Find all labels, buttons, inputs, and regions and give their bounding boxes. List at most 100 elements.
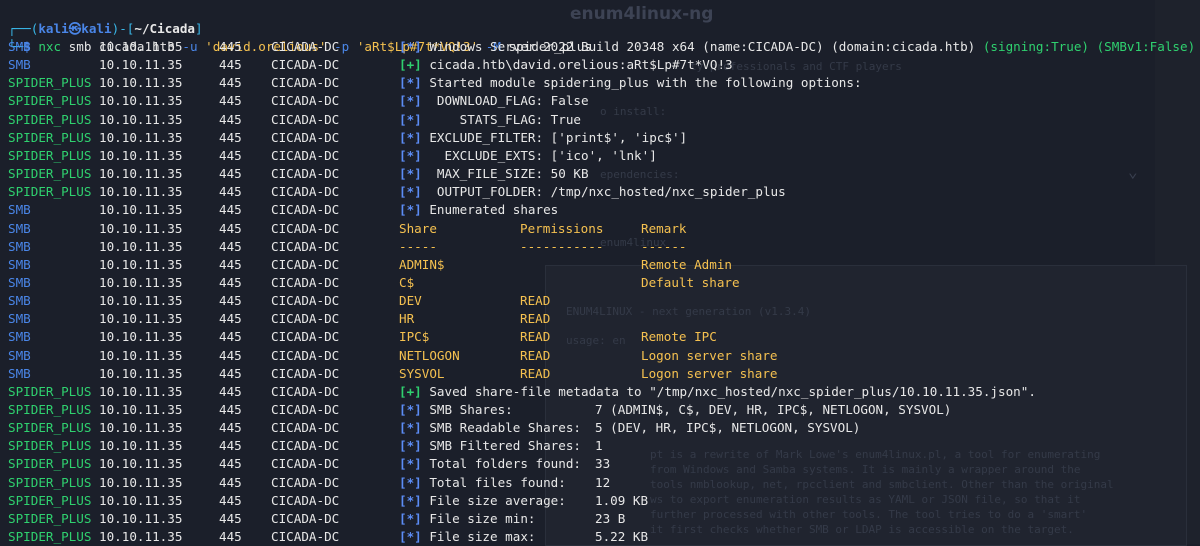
ip-address: 10.10.11.35 — [99, 311, 183, 327]
message: [*] EXCLUDE_EXTS: ['ico', 'lnk'] — [399, 147, 657, 165]
ip-address: 10.10.11.35 — [99, 274, 183, 290]
port-number: 445 — [219, 293, 242, 309]
command-line[interactable]: └─$ nxc smb cicada.htb -u 'david.oreliou… — [0, 20, 592, 54]
prompt-bracket: )-[ — [111, 21, 135, 36]
message: [*] SMB Shares: — [399, 401, 513, 419]
module-name: SPIDER_PLUS — [8, 129, 92, 145]
port-number: 445 — [219, 420, 242, 436]
port-number: 445 — [219, 438, 242, 454]
ip-address: 10.10.11.35 — [99, 111, 183, 127]
command-binary: nxc — [38, 39, 62, 54]
message-text: DOWNLOAD_FLAG: False — [429, 93, 589, 109]
module-name: SMB — [8, 347, 31, 363]
module-name: SMB — [8, 202, 31, 218]
message: [*] Total folders found: — [399, 455, 581, 473]
share-remark: Remote IPC — [641, 329, 717, 345]
port-number: 445 — [219, 383, 242, 399]
port-number: 445 — [219, 57, 242, 73]
ip-address: 10.10.11.35 — [99, 202, 183, 218]
hostname: CICADA-DC — [271, 256, 340, 272]
prompt-user: kali㉿kali — [38, 21, 112, 36]
port-number: 445 — [219, 238, 242, 254]
port-number: 445 — [219, 456, 242, 472]
port-number: 445 — [219, 311, 242, 327]
stat-value: 12 — [595, 474, 611, 490]
module-name: SMB — [8, 311, 31, 327]
message-text: File size average: — [429, 492, 566, 508]
message-text: Windows Server 2022 Build 20348 x64 (nam… — [429, 39, 983, 54]
module-name: SPIDER_PLUS — [8, 402, 92, 417]
signing-status: (signing:True) — [982, 39, 1089, 54]
ip-address: 10.10.11.35 — [99, 238, 183, 254]
port-number: 445 — [219, 39, 242, 54]
module-name: SMB — [8, 57, 31, 73]
module-name: SPIDER_PLUS — [8, 474, 92, 490]
status-tag: [*] — [399, 166, 422, 182]
ip-address: 10.10.11.35 — [99, 420, 183, 436]
hostname: CICADA-DC — [271, 329, 340, 345]
status-tag: [*] — [399, 93, 422, 109]
message: [*] EXCLUDE_FILTER: ['print$', 'ipc$'] — [399, 129, 687, 147]
port-number: 445 — [219, 510, 242, 526]
ip-address: 10.10.11.35 — [99, 438, 183, 454]
module-name: SPIDER_PLUS — [8, 111, 92, 127]
share-permission: READ — [520, 293, 551, 309]
share-remark: ------ — [641, 238, 687, 254]
port-number: 445 — [219, 220, 242, 236]
share-permission: Permissions — [520, 220, 604, 236]
hostname: CICADA-DC — [271, 129, 340, 145]
message: [*] DOWNLOAD_FLAG: False — [399, 92, 589, 110]
ip-address: 10.10.11.35 — [99, 529, 183, 545]
status-tag: [*] — [399, 111, 422, 127]
ip-address: 10.10.11.35 — [99, 184, 183, 200]
status-tag: [*] — [399, 456, 422, 472]
hostname: CICADA-DC — [271, 311, 340, 327]
status-tag: [*] — [399, 75, 422, 91]
stat-value: 1 — [595, 438, 603, 454]
module-name: SPIDER_PLUS — [8, 510, 92, 526]
module-name: SPIDER_PLUS — [8, 147, 92, 163]
share-remark: Remark — [641, 220, 687, 236]
status-tag: [*] — [399, 202, 422, 218]
port-number: 445 — [219, 147, 242, 163]
ip-address: 10.10.11.35 — [99, 166, 183, 182]
module-name: SMB — [8, 39, 31, 54]
share-name: Share — [399, 220, 437, 236]
port-number: 445 — [219, 365, 242, 381]
share-name: ----- — [399, 238, 437, 254]
message-text: STATS_FLAG: True — [429, 111, 581, 127]
module-name: SMB — [8, 256, 31, 272]
share-name: SYSVOL — [399, 365, 445, 381]
share-name: ADMIN$ — [399, 256, 445, 272]
share-remark: Logon server share — [641, 347, 778, 363]
share-permission: READ — [520, 311, 551, 327]
share-name: HR — [399, 311, 415, 327]
port-number: 445 — [219, 347, 242, 363]
share-remark: Default share — [641, 274, 740, 290]
hostname: CICADA-DC — [271, 529, 340, 545]
hostname: CICADA-DC — [271, 57, 340, 73]
terminal-window[interactable]: ┌──(kali㉿kali)-[~/Cicada] └─$ nxc smb ci… — [0, 0, 1200, 544]
hostname: CICADA-DC — [271, 492, 340, 508]
message: [*] SMB Filtered Shares: — [399, 437, 581, 455]
hostname: CICADA-DC — [271, 456, 340, 472]
port-number: 445 — [219, 402, 242, 417]
message: [+] Saved share-file metadata to "/tmp/n… — [399, 383, 1036, 401]
message: [*] STATS_FLAG: True — [399, 111, 581, 129]
ip-address: 10.10.11.35 — [99, 147, 183, 163]
ip-address: 10.10.11.35 — [99, 256, 183, 272]
share-remark: Remote Admin — [641, 256, 732, 272]
message: [*] Enumerated shares — [399, 201, 558, 219]
port-number: 445 — [219, 329, 242, 345]
port-number: 445 — [219, 202, 242, 218]
message-text: EXCLUDE_FILTER: ['print$', 'ipc$'] — [429, 129, 688, 145]
port-number: 445 — [219, 111, 242, 127]
module-name: SMB — [8, 274, 31, 290]
status-tag: [*] — [399, 129, 422, 145]
message: [*] Started module spidering_plus with t… — [399, 74, 862, 92]
ip-address: 10.10.11.35 — [99, 492, 183, 508]
port-number: 445 — [219, 529, 242, 545]
status-tag: [*] — [399, 438, 422, 454]
hostname: CICADA-DC — [271, 220, 340, 236]
message-text: Started module spidering_plus with the f… — [429, 75, 862, 91]
